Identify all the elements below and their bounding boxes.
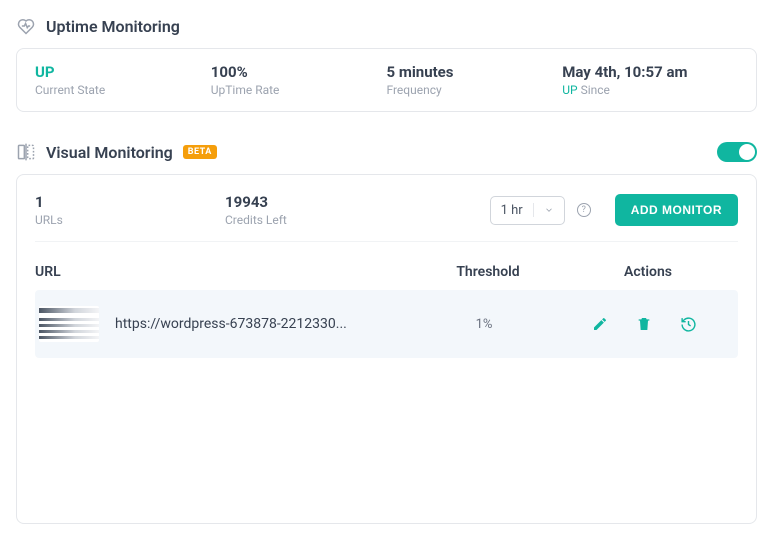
- heart-pulse-icon: [16, 16, 36, 36]
- col-header-url: URL: [35, 264, 418, 280]
- col-header-threshold: Threshold: [418, 264, 558, 280]
- chevron-down-icon: [544, 205, 554, 215]
- visual-section-header: Visual Monitoring BETA: [16, 142, 757, 162]
- url-text: https://wordpress-673878-2212330...: [115, 316, 347, 332]
- history-icon[interactable]: [680, 316, 697, 333]
- monitor-table-header: URL Threshold Actions: [35, 256, 738, 290]
- help-icon[interactable]: ?: [577, 203, 591, 217]
- interval-value: 1 hr: [501, 203, 523, 218]
- uptime-state-value: UP: [35, 63, 211, 81]
- uptime-section-header: Uptime Monitoring: [16, 16, 757, 36]
- add-monitor-button[interactable]: ADD MONITOR: [615, 194, 738, 226]
- visual-card: 1 URLs 19943 Credits Left 1 hr ? ADD MON…: [16, 174, 757, 524]
- urls-label: URLs: [35, 213, 225, 227]
- visual-toggle[interactable]: [717, 142, 757, 162]
- threshold-value: 1%: [414, 317, 554, 332]
- url-thumbnail[interactable]: [39, 306, 99, 342]
- interval-select[interactable]: 1 hr: [490, 196, 565, 225]
- credits-metric: 19943 Credits Left: [225, 193, 415, 227]
- uptime-rate-metric: 100% UpTime Rate: [211, 63, 387, 97]
- uptime-frequency-value: 5 minutes: [387, 63, 563, 81]
- select-divider: [533, 203, 534, 217]
- uptime-state-metric: UP Current State: [35, 63, 211, 97]
- credits-value: 19943: [225, 193, 415, 211]
- trash-icon[interactable]: [636, 316, 652, 333]
- uptime-state-label: Current State: [35, 83, 211, 97]
- toggle-knob: [739, 144, 755, 160]
- uptime-frequency-metric: 5 minutes Frequency: [387, 63, 563, 97]
- uptime-rate-label: UpTime Rate: [211, 83, 387, 97]
- uptime-since-value: May 4th, 10:57 am: [562, 63, 738, 81]
- table-row: https://wordpress-673878-2212330... 1%: [35, 290, 738, 358]
- uptime-rate-value: 100%: [211, 63, 387, 81]
- visual-top-bar: 1 URLs 19943 Credits Left 1 hr ? ADD MON…: [35, 193, 738, 242]
- edit-icon[interactable]: [592, 316, 608, 333]
- uptime-frequency-label: Frequency: [387, 83, 563, 97]
- beta-badge: BETA: [183, 145, 217, 159]
- visual-title: Visual Monitoring: [46, 143, 173, 162]
- urls-metric: 1 URLs: [35, 193, 225, 227]
- uptime-since-metric: May 4th, 10:57 am UP Since: [562, 63, 738, 97]
- col-header-actions: Actions: [558, 264, 738, 280]
- compare-icon: [16, 142, 36, 162]
- uptime-title: Uptime Monitoring: [46, 17, 180, 36]
- urls-count: 1: [35, 193, 225, 211]
- uptime-card: UP Current State 100% UpTime Rate 5 minu…: [16, 48, 757, 112]
- uptime-since-label: UP Since: [562, 83, 738, 97]
- credits-label: Credits Left: [225, 213, 415, 227]
